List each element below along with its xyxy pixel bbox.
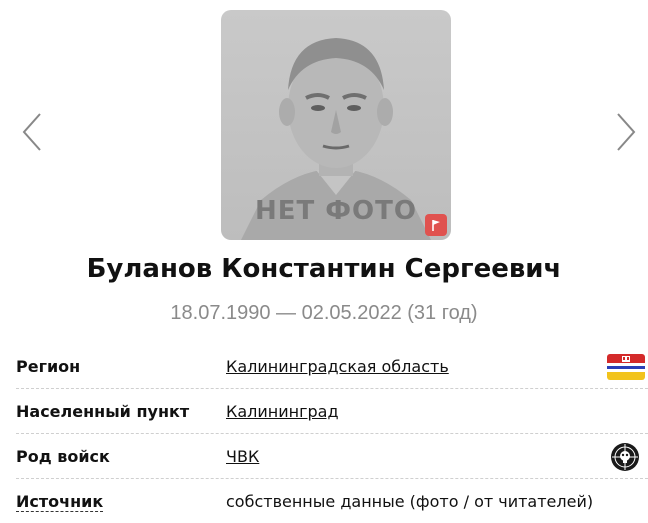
info-label: Источник <box>16 492 104 512</box>
settlement-link[interactable]: Калининград <box>226 402 339 421</box>
info-table: Регион Калининградская область Населенны… <box>16 344 648 523</box>
info-label: Род войск <box>16 447 110 466</box>
pmc-emblem-icon <box>610 442 640 472</box>
report-flag-icon[interactable] <box>425 214 447 236</box>
info-label: Населенный пункт <box>16 402 190 421</box>
person-photo-placeholder: НЕТ ФОТО <box>221 10 451 240</box>
region-flag-icon <box>607 354 645 380</box>
person-dates: 18.07.1990 — 02.05.2022 (31 год) <box>170 302 478 324</box>
next-arrow-icon[interactable] <box>610 110 640 154</box>
no-photo-caption: НЕТ ФОТО <box>254 196 418 226</box>
source-value: собственные данные (фото / от читателей) <box>226 492 594 511</box>
info-label: Регион <box>16 357 81 376</box>
branch-link[interactable]: ЧВК <box>226 447 259 466</box>
info-row-source: Источник собственные данные (фото / от ч… <box>16 479 648 523</box>
info-row-settlement: Населенный пункт Калининград <box>16 389 648 434</box>
info-row-region: Регион Калининградская область <box>16 344 648 389</box>
info-row-branch: Род войск ЧВК <box>16 434 648 479</box>
previous-arrow-icon[interactable] <box>18 110 48 154</box>
region-link[interactable]: Калининградская область <box>226 357 449 376</box>
person-name: Буланов Константин Сергеевич <box>86 254 562 284</box>
